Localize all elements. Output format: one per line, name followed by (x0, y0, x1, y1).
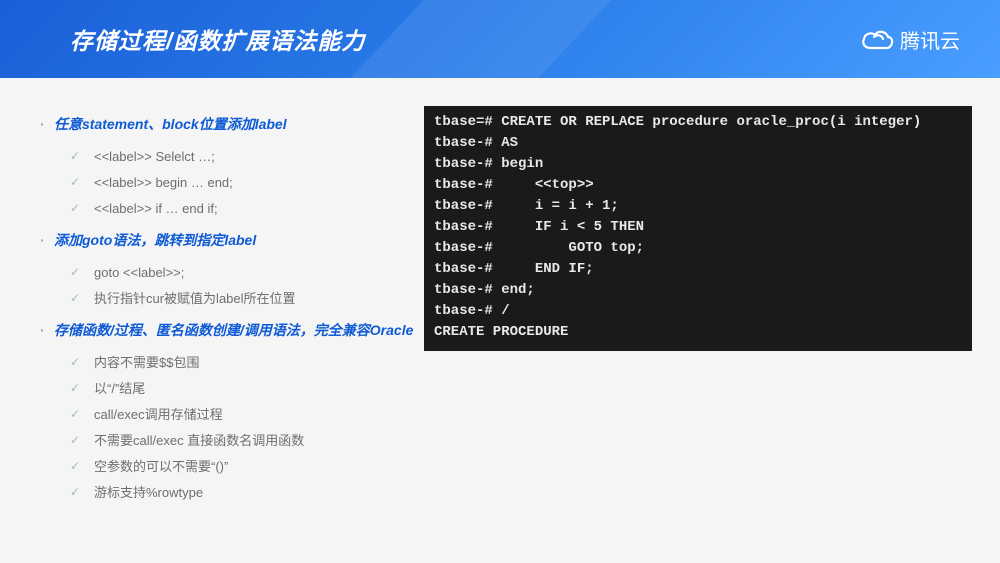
section-list-3: 内容不需要$$包围 以“/”结尾 call/exec调用存储过程 不需要call… (40, 350, 450, 506)
section-title-1: 任意statement、block位置添加label (40, 114, 450, 134)
list-item: call/exec调用存储过程 (70, 402, 450, 428)
brand-logo: 腾讯云 (860, 25, 960, 54)
section-list-2: goto <<label>>; 执行指针cur被赋值为label所在位置 (40, 260, 450, 312)
list-item: <<label>> if … end if; (70, 196, 450, 222)
slide-header: 存储过程/函数扩展语法能力 腾讯云 (0, 0, 1000, 78)
list-item: 不需要call/exec 直接函数名调用函数 (70, 428, 450, 454)
slide-content: 任意statement、block位置添加label <<label>> Sel… (0, 78, 1000, 534)
list-item: 执行指针cur被赋值为label所在位置 (70, 286, 450, 312)
list-item: 空参数的可以不需要“()” (70, 454, 450, 480)
brand-text: 腾讯云 (900, 25, 960, 54)
section-list-1: <<label>> Selelct …; <<label>> begin … e… (40, 144, 450, 222)
list-item: <<label>> begin … end; (70, 170, 450, 196)
section-title-2: 添加goto语法，跳转到指定label (40, 230, 450, 250)
left-column: 任意statement、block位置添加label <<label>> Sel… (40, 114, 450, 506)
list-item: 游标支持%rowtype (70, 480, 450, 506)
list-item: goto <<label>>; (70, 260, 450, 286)
cloud-icon (860, 27, 894, 51)
section-title-3: 存储函数/过程、匿名函数创建/调用语法，完全兼容Oracle (40, 320, 450, 340)
list-item: 内容不需要$$包围 (70, 350, 450, 376)
code-terminal: tbase=# CREATE OR REPLACE procedure orac… (424, 106, 972, 351)
list-item: 以“/”结尾 (70, 376, 450, 402)
slide-title: 存储过程/函数扩展语法能力 (70, 22, 365, 56)
list-item: <<label>> Selelct …; (70, 144, 450, 170)
